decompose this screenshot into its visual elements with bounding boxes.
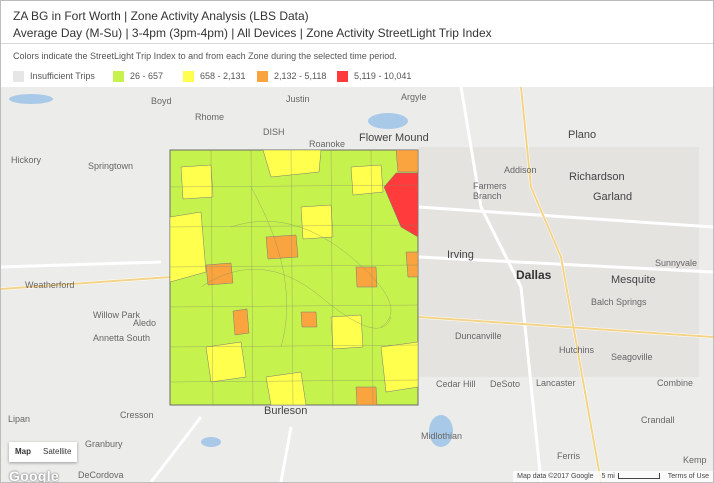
legend-swatch xyxy=(337,70,348,82)
legend-label: Insufficient Trips xyxy=(30,71,95,81)
place-label: Duncanville xyxy=(455,331,502,341)
legend-label: 26 - 657 xyxy=(130,71,164,81)
place-label: Annetta South xyxy=(93,333,151,343)
place-label: Kemp xyxy=(683,455,707,465)
legend: Colors indicate the StreetLight Trip Ind… xyxy=(1,44,713,87)
map-type-map-button[interactable]: Map xyxy=(9,442,37,462)
map-attribution: Map data ©2017 Google 5 mi Terms of Use xyxy=(513,471,713,482)
place-label: Sunnyvale xyxy=(655,258,698,268)
place-label: Rhome xyxy=(195,112,225,122)
google-logo: Google xyxy=(9,468,60,482)
report-subtitle: Average Day (M-Su) | 3-4pm (3pm-4pm) | A… xyxy=(13,26,492,40)
legend-item-very-high: 5,119 - 10,041 xyxy=(337,70,411,82)
place-label: Addison xyxy=(504,165,537,175)
place-label: Dallas xyxy=(516,268,552,282)
place-label: Balch Springs xyxy=(591,297,647,307)
place-label: Crandall xyxy=(641,415,675,425)
place-label: Justin xyxy=(286,94,310,104)
legend-label: 2,132 - 5,118 xyxy=(274,71,327,81)
legend-swatch xyxy=(13,70,24,82)
map-type-control: Map Satellite xyxy=(9,442,78,462)
place-label: Combine xyxy=(657,378,694,388)
scale-indicator: 5 mi xyxy=(602,473,660,480)
place-label: Lancaster xyxy=(536,378,576,388)
place-label: Argyle xyxy=(401,92,427,102)
place-label: Granbury xyxy=(85,439,123,449)
basemap xyxy=(1,87,713,482)
place-label: DeCordova xyxy=(78,470,124,480)
place-label: Seagoville xyxy=(611,352,653,362)
map-widget: ZA BG in Fort Worth | Zone Activity Anal… xyxy=(0,0,714,483)
legend-item-medium: 658 - 2,131 xyxy=(183,70,246,82)
place-label: Hickory xyxy=(11,155,42,165)
place-label: Hutchins xyxy=(559,345,595,355)
legend-description: Colors indicate the StreetLight Trip Ind… xyxy=(13,51,397,61)
map-data-credit: Map data ©2017 Google xyxy=(517,473,594,480)
place-label: Garland xyxy=(593,191,633,203)
place-label: DeSoto xyxy=(490,379,521,389)
place-label: Springtown xyxy=(88,161,134,171)
terms-link[interactable]: Terms of Use xyxy=(668,473,709,480)
place-label: Irving xyxy=(447,249,474,261)
legend-swatch xyxy=(183,70,194,82)
scale-bar xyxy=(617,473,660,480)
place-label: Lipan xyxy=(8,414,31,424)
place-label: Roanoke xyxy=(309,139,346,149)
place-label: Burleson xyxy=(264,405,308,417)
place-label: Midlothian xyxy=(421,431,463,441)
place-label: Flower Mound xyxy=(359,132,429,144)
map-type-satellite-button[interactable]: Satellite xyxy=(37,442,77,462)
place-label: Mesquite xyxy=(611,274,656,286)
place-label: Plano xyxy=(568,129,597,141)
legend-swatch xyxy=(257,70,268,82)
legend-item-low: 26 - 657 xyxy=(113,70,163,82)
report-header: ZA BG in Fort Worth | Zone Activity Anal… xyxy=(1,1,713,44)
place-label: Boyd xyxy=(151,96,172,106)
map-canvas[interactable]: Boyd Justin Argyle Rhome DISH Roanoke Fl… xyxy=(1,87,713,482)
place-label: Richardson xyxy=(569,171,625,183)
legend-item-high: 2,132 - 5,118 xyxy=(257,70,326,82)
place-label: Cresson xyxy=(120,410,154,420)
place-label: Ferris xyxy=(557,451,580,461)
place-label: DISH xyxy=(263,127,285,137)
legend-swatch xyxy=(113,70,124,82)
place-label: Aledo xyxy=(133,318,157,328)
legend-label: 658 - 2,131 xyxy=(200,71,246,81)
place-label: Farmers Branch xyxy=(473,181,507,201)
place-label: Cedar Hill xyxy=(436,379,476,389)
legend-item-insufficient: Insufficient Trips xyxy=(13,70,95,82)
legend-label: 5,119 - 10,041 xyxy=(354,71,412,81)
report-title: ZA BG in Fort Worth | Zone Activity Anal… xyxy=(13,9,309,23)
place-label: Weatherford xyxy=(25,280,75,290)
